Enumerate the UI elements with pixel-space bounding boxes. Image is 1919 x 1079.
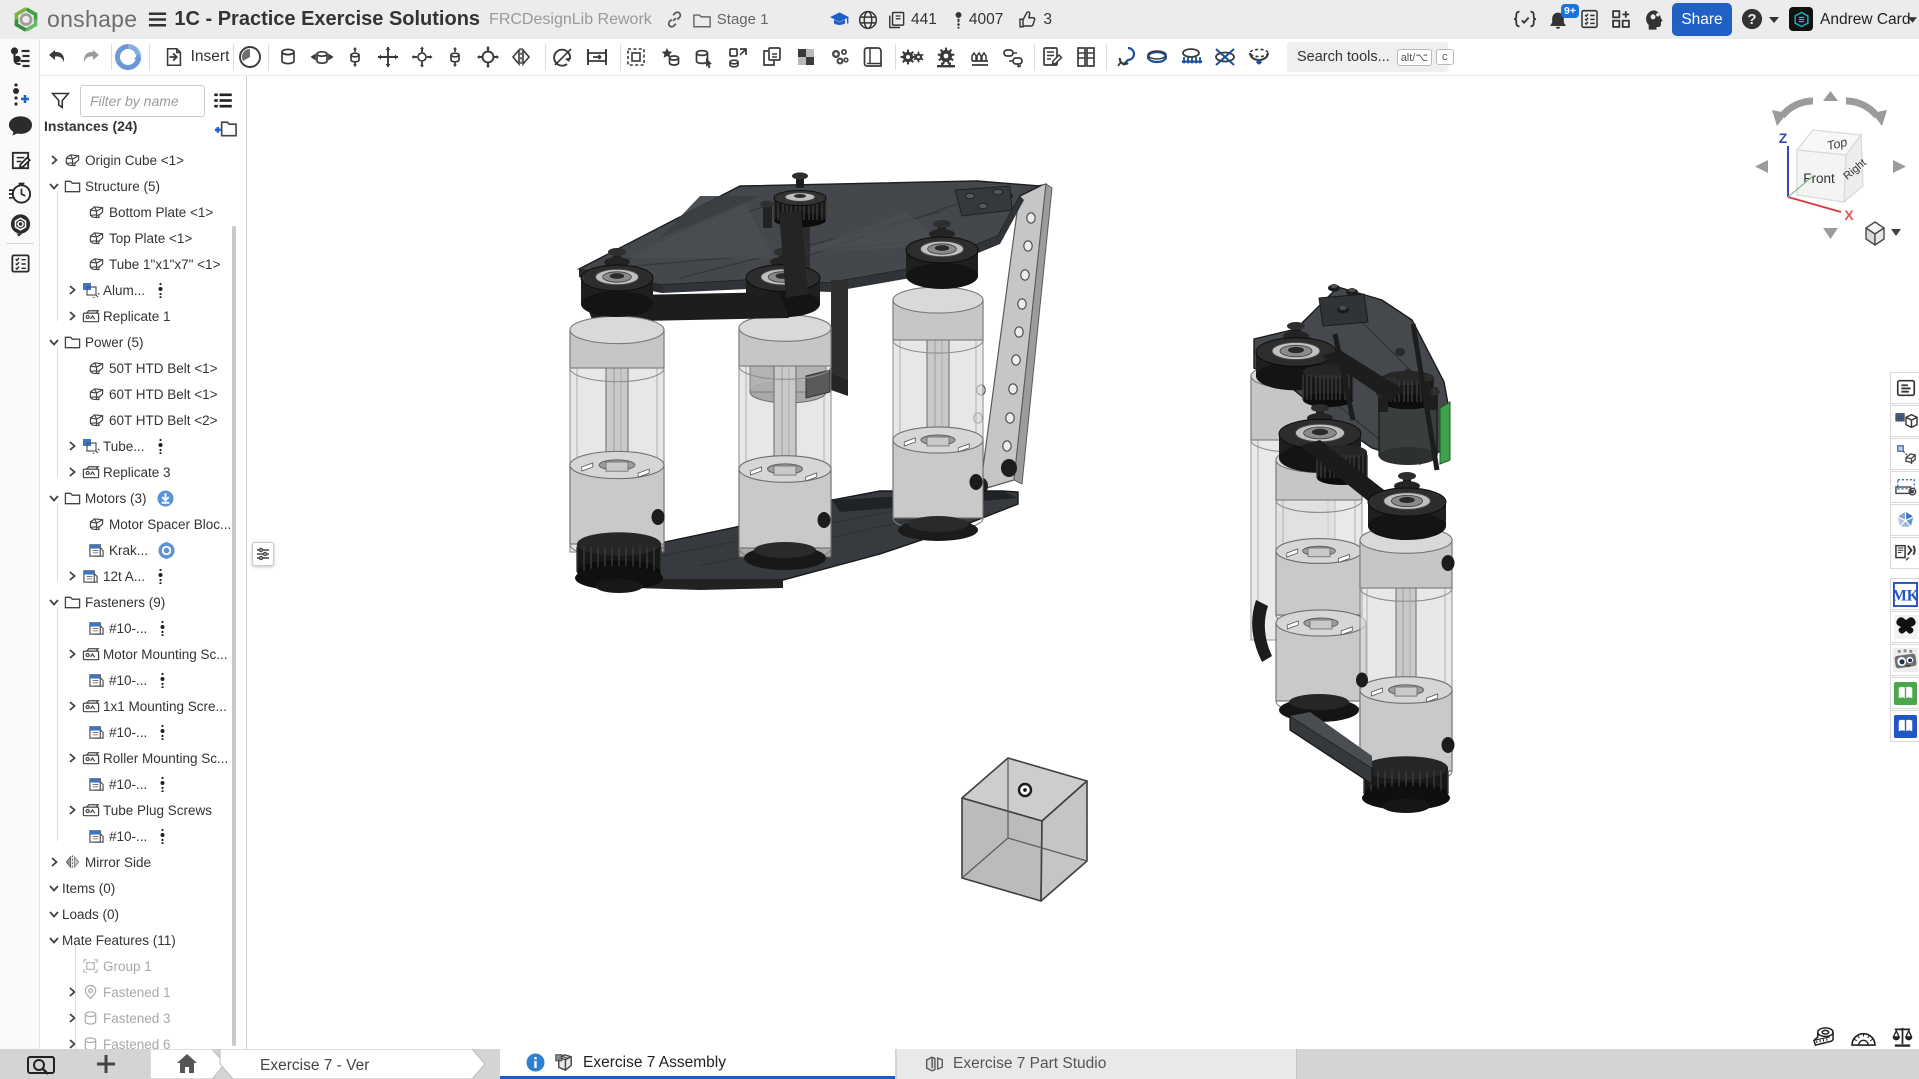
svg-text:X: X — [1844, 207, 1854, 223]
svg-text:Front: Front — [1803, 171, 1835, 186]
svg-text:Exercise 7 - Ver: Exercise 7 - Ver — [260, 1057, 369, 1074]
svg-text:Z: Z — [1779, 130, 1788, 146]
svg-text:?: ? — [1748, 12, 1757, 28]
svg-text:MK: MK — [1893, 587, 1918, 604]
